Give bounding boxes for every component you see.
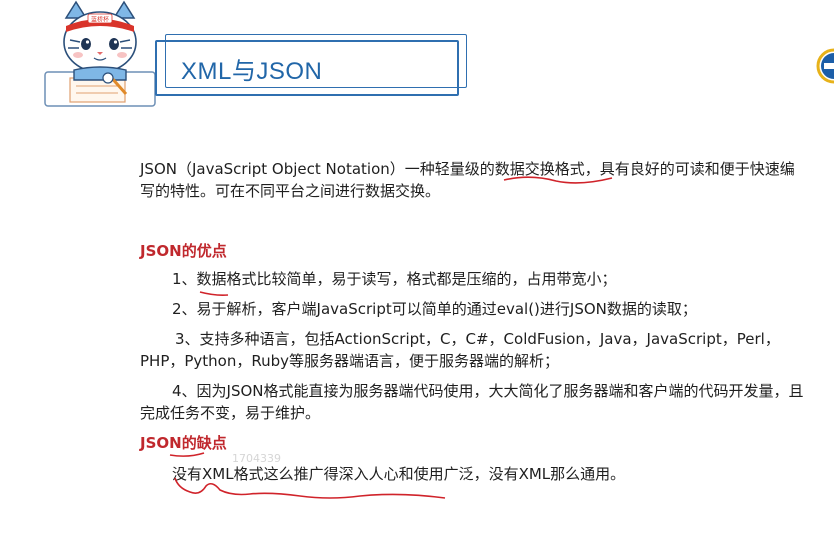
underline-format <box>199 291 229 296</box>
slide-title: XML与JSON <box>181 58 323 85</box>
pros-item-1: 1、数据格式比较简单，易于读写，格式都是压缩的，占用带宽小； <box>172 270 617 288</box>
intro-paragraph: JSON（JavaScript Object Notation）一种轻量级的数据… <box>140 160 795 200</box>
corner-logo-icon <box>816 48 834 84</box>
pros-heading: JSON的优点 <box>140 242 227 260</box>
pros-item-3: 3、支持多种语言，包括ActionScript，C，C#，ColdFusion，… <box>140 330 780 370</box>
pros-item-2: 2、易于解析，客户端JavaScript可以简单的通过eval()进行JSON数… <box>172 300 697 318</box>
slide-title-box: XML与JSON <box>155 34 467 96</box>
pros-item-4: 4、因为JSON格式能直接为服务器端代码使用，大大简化了服务器端和客户端的代码开… <box>140 382 804 422</box>
underline-cons <box>169 452 205 457</box>
cons-item: 没有XML格式这么推广得深入人心和使用广泛，没有XML那么通用。 <box>172 465 626 483</box>
tiger-mascot-icon: 蓝桥杯 <box>44 0 156 107</box>
cons-heading: JSON的缺点 <box>140 434 227 452</box>
mascot-badge-text: 蓝桥杯 <box>91 16 109 24</box>
